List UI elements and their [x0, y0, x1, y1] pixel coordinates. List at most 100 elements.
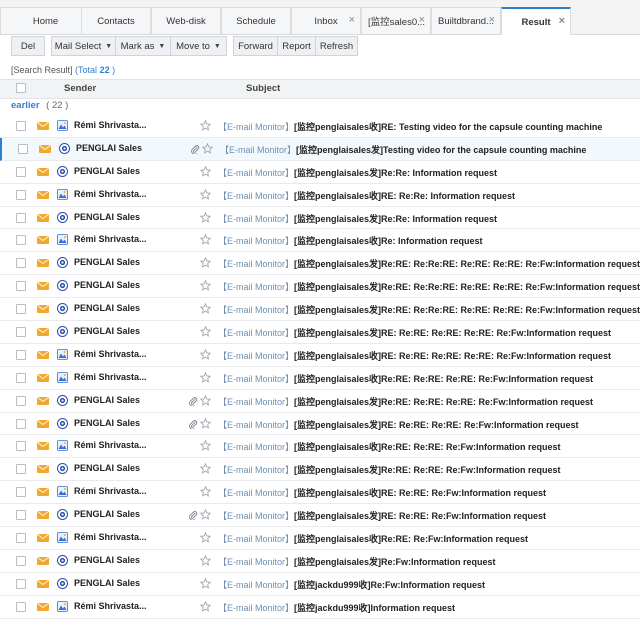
star-icon[interactable] — [199, 211, 212, 223]
group-header[interactable]: earlier ( 22 ) — [11, 100, 68, 111]
row-checkbox[interactable] — [16, 304, 26, 315]
sender-name[interactable]: Rémi Shrivasta... — [74, 601, 147, 611]
email-row[interactable]: PENGLAI Sales 【E-mail Monitor】 [监控jackdu99… — [0, 573, 640, 596]
star-icon[interactable] — [199, 257, 212, 269]
email-row[interactable]: PENGLAI Sales 【E-mail Monitor】 [监控penglais… — [0, 207, 640, 230]
tab-web-disk[interactable]: Web-disk — [151, 7, 221, 34]
row-checkbox[interactable] — [16, 121, 26, 131]
move-to-button[interactable]: Move to ▼ — [171, 36, 227, 56]
sender-name[interactable]: PENGLAI Sales — [74, 212, 140, 222]
star-icon[interactable] — [199, 577, 212, 589]
sender-column-header[interactable]: Sender — [64, 83, 96, 94]
star-icon[interactable] — [199, 325, 212, 337]
subject-text[interactable]: [监控penglaisales发]Re:Re: Information requ… — [294, 212, 497, 225]
row-checkbox[interactable] — [16, 487, 26, 498]
tab-builtdbrand[interactable]: Builtdbrand... × — [431, 7, 501, 34]
row-checkbox[interactable] — [16, 235, 26, 246]
email-row[interactable]: PENGLAI Sales 【E-mail Monitor】 [监控penglais… — [0, 298, 640, 322]
email-row[interactable]: Rémi Shrivasta... 【E-mail Monitor】 [监控peng… — [0, 435, 640, 459]
tab-result[interactable]: Result × — [501, 7, 571, 35]
sender-name[interactable]: PENGLAI Sales — [74, 326, 140, 336]
star-icon[interactable] — [199, 485, 212, 497]
sender-name[interactable]: PENGLAI Sales — [76, 143, 142, 153]
star-icon[interactable] — [199, 165, 212, 177]
sender-name[interactable]: Rémi Shrivasta... — [74, 234, 147, 244]
row-checkbox[interactable] — [18, 143, 28, 154]
subject-text[interactable]: [监控penglaisales发]Re:Fw:Information reque… — [294, 555, 496, 568]
star-icon[interactable] — [199, 348, 212, 360]
subject-text[interactable]: [监控penglaisales发]Re:Re: Information requ… — [294, 166, 497, 179]
subject-text[interactable]: [监控penglaisales发]Re:RE: Re:Re:RE: Re:RE:… — [294, 303, 640, 316]
subject-text[interactable]: [监控penglaisales收]Re:RE: Re:Fw:Informatio… — [294, 532, 528, 545]
close-icon[interactable]: × — [349, 14, 355, 26]
subject-column-header[interactable]: Subject — [246, 83, 280, 94]
subject-text[interactable]: [监控penglaisales发]Re:RE: Re:Re:RE: Re:RE:… — [294, 257, 640, 270]
subject-text[interactable]: [监控penglaisales收]Re: Information request — [294, 234, 483, 247]
select-all-checkbox[interactable] — [16, 83, 26, 93]
email-row[interactable]: PENGLAI Sales 【E-mail Monitor】 [监控penglais… — [0, 550, 640, 573]
close-icon[interactable]: × — [419, 14, 425, 26]
subject-text[interactable]: [监控penglaisales收]RE: Testing video for t… — [294, 120, 602, 133]
star-icon[interactable] — [199, 394, 212, 406]
star-icon[interactable] — [199, 119, 212, 131]
tab-inbox[interactable]: Inbox × — [291, 7, 361, 34]
email-row[interactable]: PENGLAI Sales 【E-mail Monitor】 [监控penglais… — [0, 390, 640, 413]
sender-name[interactable]: PENGLAI Sales — [74, 509, 140, 519]
tab-monitor-sales[interactable]: [监控sales0... × — [361, 7, 431, 34]
sender-name[interactable]: Rémi Shrivasta... — [74, 440, 147, 450]
star-icon[interactable] — [199, 234, 212, 246]
email-row[interactable]: Rémi Shrivasta... 【E-mail Monitor】 [监控jack… — [0, 596, 640, 619]
row-checkbox[interactable] — [16, 281, 26, 292]
email-row[interactable]: Rémi Shrivasta... 【E-mail Monitor】 [监控peng… — [0, 344, 640, 367]
subject-text[interactable]: [监控jackdu999收]Information request — [294, 601, 455, 614]
row-checkbox[interactable] — [16, 555, 26, 566]
sender-name[interactable]: Rémi Shrivasta... — [74, 532, 147, 542]
row-checkbox[interactable] — [16, 601, 26, 612]
email-row[interactable]: Rémi Shrivasta... 【E-mail Monitor】 [监控peng… — [0, 229, 640, 253]
row-checkbox[interactable] — [16, 418, 26, 429]
sender-name[interactable]: Rémi Shrivasta... — [74, 120, 147, 130]
subject-text[interactable]: [监控penglaisales发]Re:RE: Re:RE: Re:Fw:Inf… — [294, 463, 561, 476]
email-row[interactable]: PENGLAI Sales 【E-mail Monitor】 [监控penglais… — [0, 161, 640, 184]
row-checkbox[interactable] — [16, 395, 26, 406]
email-row[interactable]: Rémi Shrivasta... 【E-mail Monitor】 [监控peng… — [0, 115, 640, 138]
email-row[interactable]: PENGLAI Sales 【E-mail Monitor】 [监控penglais… — [0, 252, 640, 276]
sender-name[interactable]: Rémi Shrivasta... — [74, 372, 147, 382]
email-row[interactable]: PENGLAI Sales 【E-mail Monitor】 [监控penglais… — [0, 321, 640, 344]
subject-text[interactable]: [监控penglaisales发]Testing video for the c… — [296, 143, 586, 156]
sender-name[interactable]: PENGLAI Sales — [74, 257, 140, 267]
subject-text[interactable]: [监控penglaisales发]RE: Re:RE: Re:RE: Re:Fw… — [294, 418, 579, 431]
subject-text[interactable]: [监控penglaisales收]Re:RE: Re:RE: Re:RE: Re… — [294, 372, 593, 385]
subject-text[interactable]: [监控penglaisales收]RE: Re:RE: Re:Fw:Inform… — [294, 486, 546, 499]
forward-button[interactable]: Forward — [233, 36, 278, 56]
email-row[interactable]: PENGLAI Sales 【E-mail Monitor】 [监控penglais… — [0, 504, 640, 528]
email-row[interactable]: Rémi Shrivasta... 【E-mail Monitor】 [监控peng… — [0, 184, 640, 207]
star-icon[interactable] — [199, 554, 212, 566]
star-icon[interactable] — [199, 371, 212, 383]
refresh-button[interactable]: Refresh — [316, 36, 358, 56]
row-checkbox[interactable] — [16, 578, 26, 589]
email-row[interactable]: Rémi Shrivasta... 【E-mail Monitor】 [监控peng… — [0, 481, 640, 505]
star-icon[interactable] — [199, 531, 212, 543]
sender-name[interactable]: PENGLAI Sales — [74, 463, 140, 473]
row-checkbox[interactable] — [16, 166, 26, 177]
star-icon[interactable] — [199, 440, 212, 452]
row-checkbox[interactable] — [16, 258, 26, 269]
sender-name[interactable]: PENGLAI Sales — [74, 303, 140, 313]
row-checkbox[interactable] — [16, 441, 26, 452]
row-checkbox[interactable] — [16, 212, 26, 223]
sender-name[interactable]: PENGLAI Sales — [74, 166, 140, 176]
star-icon[interactable] — [199, 188, 212, 200]
sender-name[interactable]: Rémi Shrivasta... — [74, 486, 147, 496]
sender-name[interactable]: PENGLAI Sales — [74, 555, 140, 565]
subject-text[interactable]: [监控penglaisales收]Re:RE: Re:RE: Re:Fw:Inf… — [294, 440, 561, 453]
email-row[interactable]: PENGLAI Sales 【E-mail Monitor】 [监控penglais… — [0, 413, 640, 436]
sender-name[interactable]: PENGLAI Sales — [74, 395, 140, 405]
email-row[interactable]: PENGLAI Sales 【E-mail Monitor】 [监控penglais… — [0, 137, 640, 161]
row-checkbox[interactable] — [16, 464, 26, 475]
row-checkbox[interactable] — [16, 510, 26, 521]
subject-text[interactable]: [监控penglaisales收]RE: Re:RE: Re:RE: Re:RE… — [294, 349, 611, 362]
delete-button[interactable]: Del — [11, 36, 45, 56]
subject-text[interactable]: [监控penglaisales发]RE: Re:RE: Re:RE: Re:RE… — [294, 326, 611, 339]
star-icon[interactable] — [199, 508, 212, 520]
